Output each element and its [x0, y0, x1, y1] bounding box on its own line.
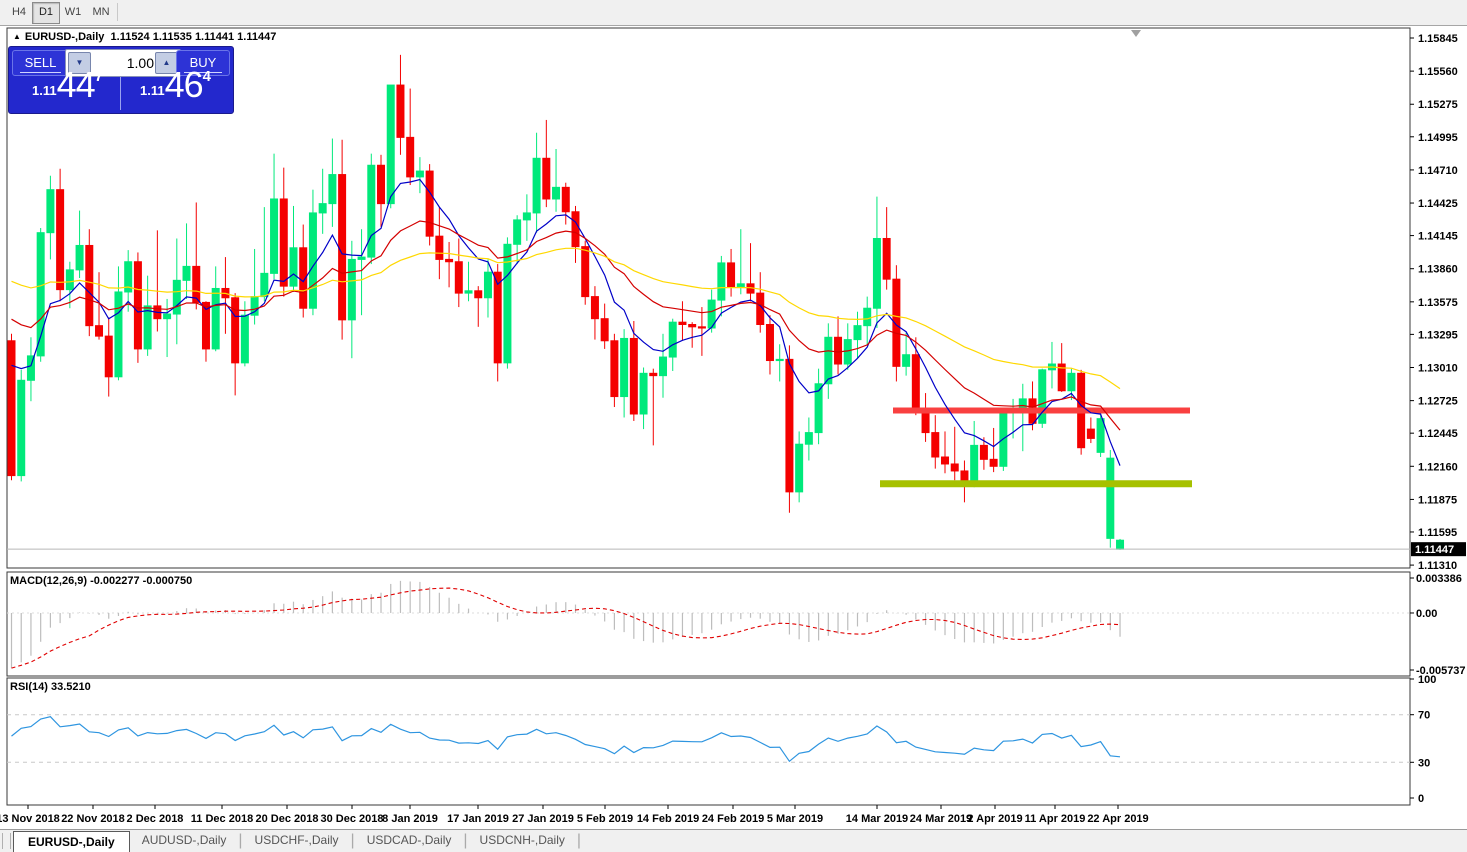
tabs-grip-icon[interactable]	[2, 833, 11, 849]
rsi-axis: 100 70 30 0	[1410, 674, 1436, 805]
svg-text:100: 100	[1418, 674, 1436, 686]
buy-price-button[interactable]: 1.11464	[122, 64, 230, 110]
chart-canvas[interactable]: 1.114471.158451.155601.152751.149951.147…	[0, 0, 1467, 851]
timeframe-button-mn[interactable]: MN	[88, 2, 114, 22]
svg-text:22 Nov 2018: 22 Nov 2018	[61, 813, 125, 825]
svg-text:1.11447: 1.11447	[1415, 544, 1454, 556]
svg-text:0.00: 0.00	[1416, 608, 1437, 620]
tab-eurusd-daily[interactable]: EURUSD-,Daily	[13, 831, 130, 852]
chart-tabs-bar: EURUSD-,Daily AUDUSD-,Daily | USDCHF-,Da…	[0, 829, 1467, 852]
svg-text:2 Dec 2018: 2 Dec 2018	[127, 813, 184, 825]
timeframe-toolbar: H4 D1 W1 MN	[0, 0, 1467, 26]
tab-audusd-daily[interactable]: AUDUSD-,Daily	[130, 830, 239, 852]
svg-text:1.14995: 1.14995	[1418, 132, 1458, 144]
svg-text:1.14145: 1.14145	[1418, 231, 1458, 243]
chart-symbol-label: EURUSD-,Daily	[24, 31, 105, 43]
svg-text:30: 30	[1418, 757, 1430, 769]
chart-title: ▲ EURUSD-,Daily 1.11524 1.11535 1.11441 1…	[13, 31, 276, 43]
sell-price-prefix: 1.11	[32, 83, 57, 98]
svg-text:1.13575: 1.13575	[1418, 297, 1458, 309]
svg-text:70: 70	[1418, 710, 1430, 722]
buy-price-big: 46	[164, 64, 204, 105]
svg-text:8 Jan 2019: 8 Jan 2019	[382, 813, 438, 825]
svg-text:24 Mar 2019: 24 Mar 2019	[910, 813, 972, 825]
svg-text:1.11875: 1.11875	[1418, 494, 1457, 506]
buy-price-sup: 4	[202, 68, 211, 85]
svg-text:1.13860: 1.13860	[1418, 264, 1458, 276]
svg-text:1.15845: 1.15845	[1418, 33, 1458, 45]
pane-borders	[0, 27, 1467, 851]
svg-text:1.12725: 1.12725	[1418, 396, 1458, 408]
svg-text:1.15560: 1.15560	[1418, 66, 1458, 78]
svg-text:14 Mar 2019: 14 Mar 2019	[846, 813, 908, 825]
toolbar-separator	[117, 3, 118, 21]
tab-divider: |	[576, 832, 582, 849]
svg-text:17 Jan 2019: 17 Jan 2019	[447, 813, 509, 825]
svg-text:0: 0	[1418, 793, 1424, 805]
svg-text:30 Dec 2018: 30 Dec 2018	[321, 813, 384, 825]
svg-text:1.15275: 1.15275	[1418, 99, 1458, 111]
macd-indicator-label: MACD(12,26,9) -0.002277 -0.000750	[10, 575, 193, 587]
tab-usdcad-daily[interactable]: USDCAD-,Daily	[355, 830, 464, 852]
svg-text:1.11310: 1.11310	[1418, 560, 1457, 572]
svg-text:5 Mar 2019: 5 Mar 2019	[767, 813, 823, 825]
collapse-marker-icon[interactable]: ▲	[13, 32, 21, 41]
svg-text:1.13295: 1.13295	[1418, 329, 1458, 341]
rsi-indicator-label: RSI(14) 33.5210	[10, 681, 91, 693]
svg-text:5 Feb 2019: 5 Feb 2019	[577, 813, 633, 825]
timeframe-button-h4[interactable]: H4	[6, 2, 32, 22]
sell-price-big: 44	[56, 64, 96, 105]
svg-text:0.003386: 0.003386	[1416, 573, 1462, 585]
svg-text:13 Nov 2018: 13 Nov 2018	[0, 813, 60, 825]
sell-price-sup: 7	[94, 68, 103, 85]
svg-text:1.12445: 1.12445	[1418, 428, 1458, 440]
svg-text:1.12160: 1.12160	[1418, 461, 1458, 473]
svg-text:24 Feb 2019: 24 Feb 2019	[702, 813, 764, 825]
chart-ohlc-values: 1.11524 1.11535 1.11441 1.11447	[110, 31, 277, 43]
svg-text:1.14425: 1.14425	[1418, 198, 1458, 210]
svg-text:2 Apr 2019: 2 Apr 2019	[967, 813, 1022, 825]
timeframe-button-d1[interactable]: D1	[32, 2, 60, 24]
svg-text:1.11595: 1.11595	[1418, 527, 1457, 539]
one-click-trading-panel: SELL ▼ 1.00 ▲ BUY 1.11447 1.11464	[8, 46, 234, 114]
svg-text:11 Dec 2018: 11 Dec 2018	[191, 813, 253, 825]
tab-usdcnh-daily[interactable]: USDCNH-,Daily	[468, 830, 577, 852]
svg-text:1.13010: 1.13010	[1418, 363, 1458, 375]
macd-axis: 0.0033860.00-0.005737	[1410, 573, 1466, 677]
tab-usdchf-daily[interactable]: USDCHF-,Daily	[243, 830, 351, 852]
svg-text:27 Jan 2019: 27 Jan 2019	[512, 813, 574, 825]
svg-text:20 Dec 2018: 20 Dec 2018	[256, 813, 319, 825]
svg-text:1.14710: 1.14710	[1418, 165, 1458, 177]
price-axis[interactable]: 1.15845 1.15560 1.15275 1.14995 1.14710 1.144…	[1410, 33, 1458, 572]
svg-text:14 Feb 2019: 14 Feb 2019	[637, 813, 699, 825]
time-axis[interactable]: 13 Nov 2018 22 Nov 2018 2 Dec 2018 11 Dec 2…	[0, 805, 1149, 825]
timeframe-button-w1[interactable]: W1	[60, 2, 86, 22]
svg-text:11 Apr 2019: 11 Apr 2019	[1025, 813, 1086, 825]
mt4-window: { "toolbar": { "timeframes": [ {"label":…	[0, 0, 1467, 852]
svg-text:22 Apr 2019: 22 Apr 2019	[1087, 813, 1148, 825]
sell-price-button[interactable]: 1.11447	[12, 64, 121, 110]
buy-price-prefix: 1.11	[140, 83, 165, 98]
